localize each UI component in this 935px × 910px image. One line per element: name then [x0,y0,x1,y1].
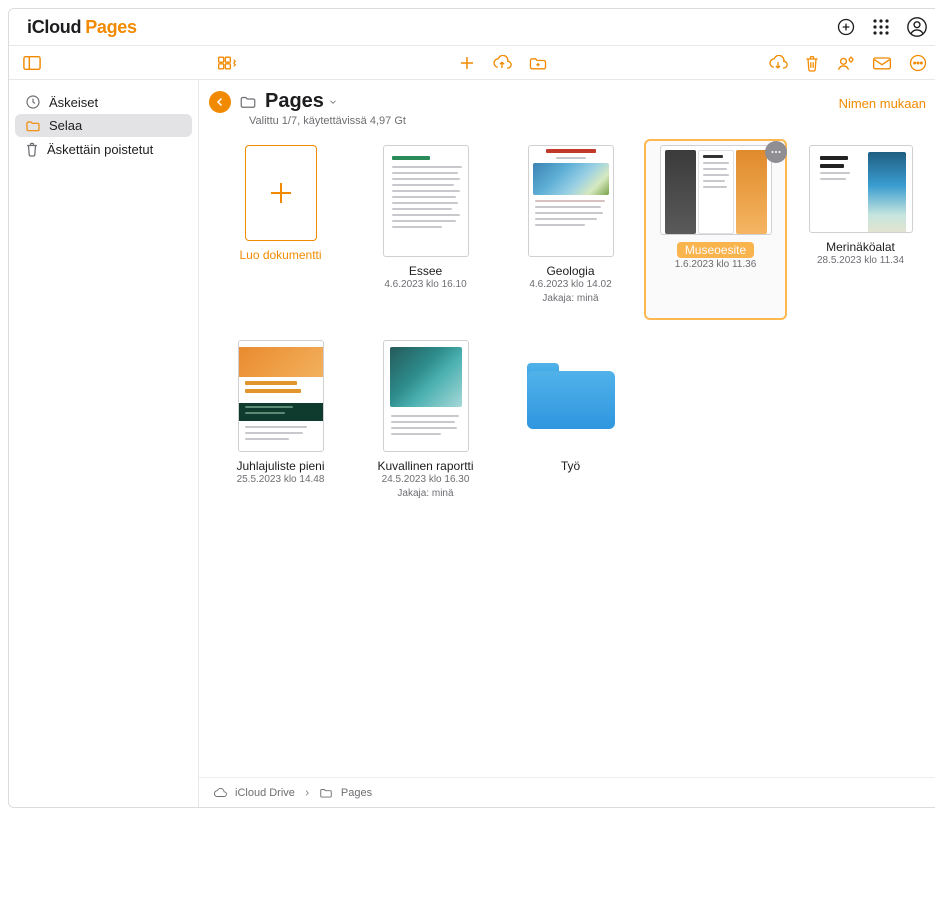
sidebar-item-label: Äskeiset [49,95,98,110]
account-avatar-button[interactable] [906,16,928,38]
toggle-sidebar-button[interactable] [23,55,41,71]
download-button[interactable] [768,55,788,71]
add-button[interactable] [458,54,476,72]
trash-icon [25,141,39,157]
brand-app: Pages [85,17,137,38]
email-button[interactable] [872,55,892,71]
create-document-tile[interactable]: Luo dokumentti [221,145,340,306]
tile-sharer: Jakaja: minä [542,292,598,306]
more-button[interactable] [908,53,928,73]
document-thumbnail [383,340,469,452]
tile-sharer: Jakaja: minä [397,487,453,501]
folder-icon [319,787,333,799]
apps-grid-button[interactable] [872,18,890,36]
sidebar-item-label: Selaa [49,118,82,133]
new-folder-button[interactable] [528,55,548,71]
location-subtitle: Valittu 1/7, käytettävissä 4,97 Gt [249,115,406,127]
tile-meta: 25.5.2023 klo 14.48 [237,473,325,487]
folder-tile-tyo[interactable]: Työ [511,340,630,501]
upload-button[interactable] [492,55,512,71]
path-root[interactable]: iCloud Drive [235,787,295,799]
sort-button[interactable]: Nimen mukaan [839,90,926,111]
location-header: Pages Valittu 1/7, käytettävissä 4,97 Gt… [199,80,935,131]
main-panel: Pages Valittu 1/7, käytettävissä 4,97 Gt… [199,80,935,807]
tile-label: Juhlajuliste pieni [236,459,324,473]
tile-label: Kuvallinen raportti [377,459,473,473]
document-tile-geologia[interactable]: Geologia 4.6.2023 klo 14.02 Jakaja: minä [511,145,630,306]
tile-label: Geologia [546,264,594,278]
plus-icon [245,145,317,241]
clock-icon [25,94,41,110]
document-thumbnail [660,145,772,235]
location-title-button[interactable]: Pages [265,90,338,113]
document-tile-merinakoalat[interactable]: Merinäköalat 28.5.2023 klo 11.34 [801,145,920,306]
tile-label: Essee [409,264,442,278]
document-tile-juhlajuliste[interactable]: Juhlajuliste pieni 25.5.2023 klo 14.48 [221,340,340,501]
tile-more-button[interactable] [765,141,787,163]
share-button[interactable] [836,54,856,72]
location-title: Pages [265,90,324,113]
sidebar-item-browse[interactable]: Selaa [15,114,192,137]
path-bar: iCloud Drive Pages [199,777,935,807]
folder-icon [239,94,257,110]
sidebar-item-recents[interactable]: Äskeiset [15,90,192,114]
brand-icloud: iCloud [27,17,81,38]
document-grid: Luo dokumentti [199,131,935,777]
chevron-down-icon [328,97,338,107]
create-new-button[interactable] [836,17,856,37]
document-thumbnail [383,145,469,257]
sidebar-item-recently-deleted[interactable]: Äskettäin poistetut [15,137,192,161]
tile-meta: 1.6.2023 klo 11.36 [675,258,757,272]
document-tile-museoesite[interactable]: Museoesite 1.6.2023 klo 11.36 [656,145,775,306]
cloud-icon [213,787,227,799]
tile-meta: 4.6.2023 klo 14.02 [529,278,611,292]
document-thumbnail [238,340,324,452]
titlebar-actions [836,16,928,38]
document-tile-essee[interactable]: Essee 4.6.2023 klo 16.10 [366,145,485,306]
toolbar [9,45,935,79]
tile-label: Museoesite [677,242,754,258]
tile-meta: 4.6.2023 klo 16.10 [384,278,466,292]
tile-meta: 24.5.2023 klo 16.30 [382,473,470,487]
sidebar: Äskeiset Selaa Äskettäin poistetut [9,80,199,807]
content-area: Äskeiset Selaa Äskettäin poistetut [9,79,935,807]
app-window: iCloud Pages [8,8,935,808]
document-thumbnail [528,145,614,257]
delete-button[interactable] [804,54,820,72]
tile-label: Työ [561,459,580,473]
view-options-button[interactable] [217,55,237,71]
document-thumbnail [809,145,913,233]
path-leaf[interactable]: Pages [341,787,372,799]
document-tile-kuvallinen[interactable]: Kuvallinen raportti 24.5.2023 klo 16.30 … [366,340,485,501]
chevron-right-icon [303,789,311,797]
folder-icon [25,119,41,133]
back-button[interactable] [209,91,231,113]
folder-icon [515,340,627,452]
tile-label: Merinäköalat [826,240,895,254]
titlebar: iCloud Pages [9,9,935,45]
tile-label: Luo dokumentti [239,248,321,262]
sidebar-item-label: Äskettäin poistetut [47,142,153,157]
brand: iCloud Pages [23,17,137,38]
tile-meta: 28.5.2023 klo 11.34 [817,254,904,268]
